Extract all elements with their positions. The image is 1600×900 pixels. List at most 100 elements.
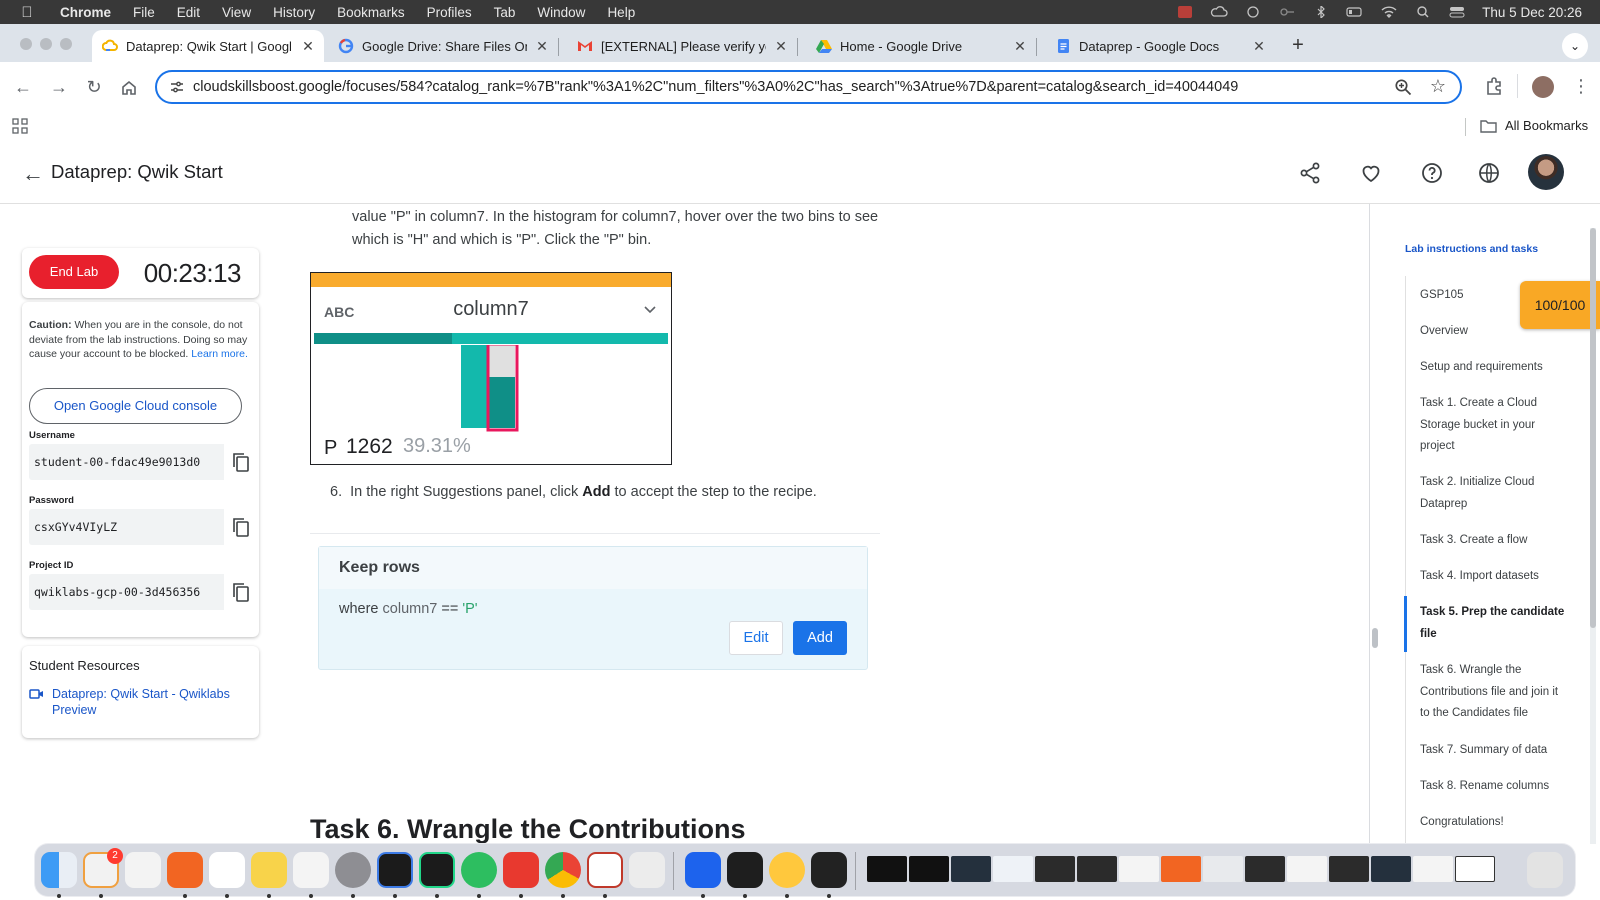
back-arrow-icon[interactable]: ← — [12, 76, 34, 98]
menu-app[interactable]: Chrome — [60, 5, 111, 20]
wifi-icon[interactable] — [1380, 6, 1398, 18]
docker-icon[interactable] — [685, 852, 721, 888]
new-tab-button[interactable]: + — [1286, 34, 1310, 57]
close-tab-icon[interactable]: ✕ — [773, 38, 789, 54]
close-tab-icon[interactable]: ✕ — [534, 38, 550, 54]
histogram-bin-h[interactable] — [461, 345, 487, 428]
copy-password-button[interactable] — [226, 509, 256, 545]
url-text[interactable]: cloudskillsboost.google/focuses/584?cata… — [193, 79, 1238, 95]
back-arrow-icon[interactable]: ← — [22, 161, 44, 187]
app-icon[interactable] — [587, 852, 623, 888]
sidebar-item-congratulations[interactable]: Congratulations! — [1420, 812, 1570, 834]
minimized-window[interactable] — [951, 856, 991, 882]
address-bar[interactable]: cloudskillsboost.google/focuses/584?cata… — [155, 70, 1462, 104]
all-bookmarks-button[interactable]: All Bookmarks — [1480, 118, 1588, 133]
menu-view[interactable]: View — [222, 5, 251, 20]
resource-video-link[interactable]: Dataprep: Qwik Start - Qwiklabs Preview — [29, 686, 249, 718]
key-icon[interactable] — [1278, 6, 1296, 18]
evernote-icon[interactable] — [461, 852, 497, 888]
sidebar-item-task-6[interactable]: Task 6. Wrangle the Contributions file a… — [1420, 660, 1570, 725]
copy-project-id-button[interactable] — [226, 574, 256, 610]
user-avatar[interactable] — [1528, 154, 1564, 190]
add-button[interactable]: Add — [793, 621, 847, 655]
menu-bookmarks[interactable]: Bookmarks — [337, 5, 405, 20]
minimized-window[interactable] — [1287, 856, 1327, 882]
menu-history[interactable]: History — [273, 5, 315, 20]
browser-tab[interactable]: Home - Google Drive ✕ — [806, 30, 1036, 62]
menu-tab[interactable]: Tab — [494, 5, 516, 20]
learn-more-link[interactable]: Learn more. — [191, 348, 248, 360]
bluetooth-icon[interactable] — [1312, 4, 1330, 20]
chrome-menu-icon[interactable]: ⋮ — [1572, 76, 1590, 97]
apple-icon[interactable]:  — [18, 4, 36, 21]
username-field[interactable]: student-00-fdac49e9013d0 — [29, 444, 224, 480]
minimized-window[interactable] — [1245, 856, 1285, 882]
extensions-icon[interactable] — [1484, 76, 1504, 101]
apps-grid-icon[interactable] — [12, 118, 28, 134]
minimized-window[interactable] — [993, 856, 1033, 882]
minimized-window[interactable] — [1455, 856, 1495, 882]
minimized-window[interactable] — [1203, 856, 1243, 882]
finder-icon[interactable] — [41, 852, 77, 888]
password-field[interactable]: csxGYv4VIyLZ — [29, 509, 224, 545]
close-tab-icon[interactable]: ✕ — [1012, 38, 1028, 54]
sidebar-item-task-1[interactable]: Task 1. Create a Cloud Storage bucket in… — [1420, 393, 1570, 458]
launchpad-icon[interactable] — [125, 852, 161, 888]
minimized-window[interactable] — [1371, 856, 1411, 882]
trash-icon[interactable] — [1527, 852, 1563, 888]
app-icon[interactable] — [503, 852, 539, 888]
menu-help[interactable]: Help — [607, 5, 635, 20]
reload-icon[interactable]: ↻ — [83, 76, 105, 98]
profile-avatar[interactable] — [1532, 76, 1554, 98]
minimized-window[interactable] — [1161, 856, 1201, 882]
zoom-icon[interactable] — [1394, 78, 1412, 96]
sidebar-item-task-2[interactable]: Task 2. Initialize Cloud Dataprep — [1420, 472, 1570, 515]
notes-icon[interactable] — [251, 852, 287, 888]
histogram-bin-p[interactable] — [489, 377, 515, 428]
chrome-icon[interactable] — [545, 852, 581, 888]
sidebar-item-task-8[interactable]: Task 8. Rename columns — [1420, 776, 1570, 798]
intellij-icon[interactable] — [377, 852, 413, 888]
close-window-button[interactable] — [20, 38, 32, 50]
page-scrollbar[interactable] — [1590, 228, 1596, 844]
sidebar-item-task-4[interactable]: Task 4. Import datasets — [1420, 566, 1570, 588]
minimized-window[interactable] — [1119, 856, 1159, 882]
menubar-clock[interactable]: Thu 5 Dec 20:26 — [1482, 5, 1582, 20]
copy-username-button[interactable] — [226, 444, 256, 480]
app-icon[interactable] — [167, 852, 203, 888]
spotlight-icon[interactable] — [1414, 6, 1432, 18]
share-icon[interactable] — [1298, 161, 1322, 185]
close-tab-icon[interactable]: ✕ — [300, 38, 316, 54]
heart-icon[interactable] — [1359, 161, 1383, 185]
browser-tab[interactable]: Google Drive: Share Files Onl ✕ — [328, 30, 558, 62]
close-tab-icon[interactable]: ✕ — [1251, 38, 1267, 54]
home-icon[interactable] — [118, 76, 140, 98]
minimized-window[interactable] — [1077, 856, 1117, 882]
menu-file[interactable]: File — [133, 5, 155, 20]
site-settings-icon[interactable] — [169, 79, 185, 95]
timer-icon[interactable] — [1244, 6, 1262, 18]
edit-button[interactable]: Edit — [729, 621, 783, 655]
menu-edit[interactable]: Edit — [177, 5, 200, 20]
system-settings-icon[interactable] — [335, 852, 371, 888]
minimized-window[interactable] — [1413, 856, 1453, 882]
bookmark-star-icon[interactable]: ☆ — [1430, 76, 1446, 97]
chevron-down-icon[interactable] — [643, 303, 657, 317]
textedit-icon[interactable] — [293, 852, 329, 888]
browser-tab[interactable]: [EXTERNAL] Please verify you ✕ — [567, 30, 797, 62]
tab-search-button[interactable]: ⌄ — [1562, 33, 1588, 59]
battery-icon[interactable] — [1346, 6, 1364, 18]
browser-tab-active[interactable]: Dataprep: Qwik Start | Google ✕ — [92, 30, 324, 62]
status-app-icon[interactable] — [1176, 6, 1194, 18]
pycharm-icon[interactable] — [419, 852, 455, 888]
globe-icon[interactable] — [1477, 161, 1501, 185]
browser-tab[interactable]: Dataprep - Google Docs ✕ — [1045, 30, 1275, 62]
minimized-window[interactable] — [909, 856, 949, 882]
cyberduck-icon[interactable] — [769, 852, 805, 888]
sidebar-item-task-3[interactable]: Task 3. Create a flow — [1420, 530, 1570, 552]
sidebar-item-task-5[interactable]: Task 5. Prep the candidate file — [1420, 602, 1570, 645]
minimized-window[interactable] — [1329, 856, 1369, 882]
page-scroll-thumb[interactable] — [1590, 228, 1596, 628]
slack-icon[interactable] — [209, 852, 245, 888]
minimized-window[interactable] — [1035, 856, 1075, 882]
